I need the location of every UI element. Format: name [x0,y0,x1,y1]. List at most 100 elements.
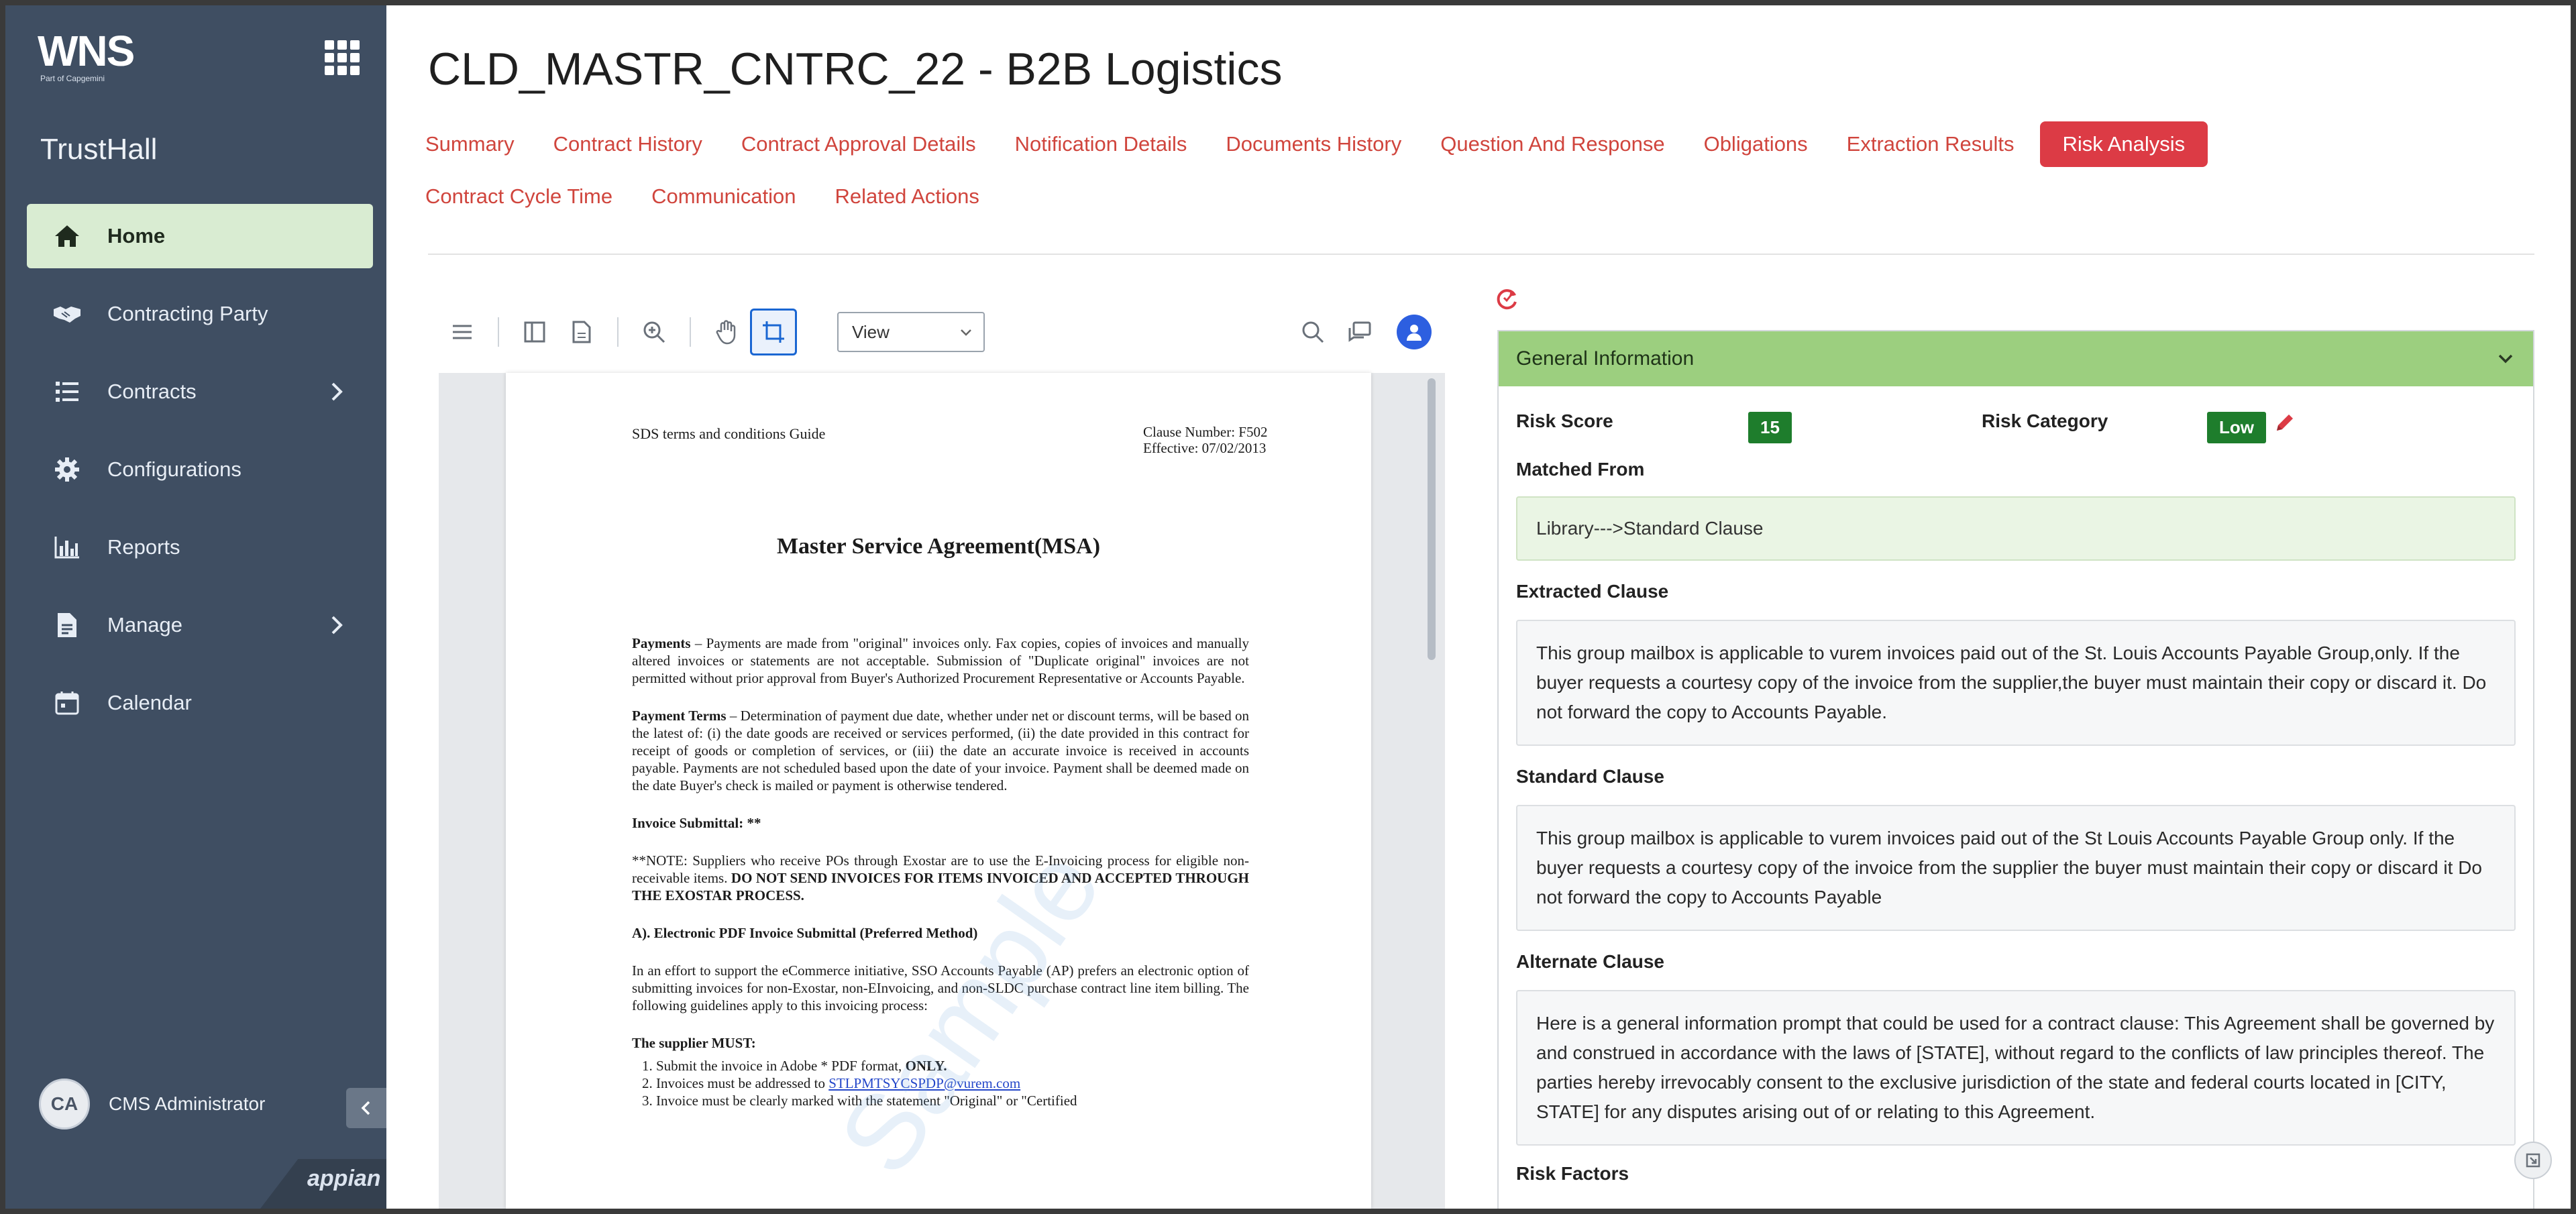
tab-contract-cycle-time[interactable]: Contract Cycle Time [425,176,612,217]
chevron-down-icon [2498,354,2513,364]
tab-related-actions[interactable]: Related Actions [835,176,979,217]
menu-icon[interactable] [439,309,486,355]
sidebar-item-contracting-party[interactable]: Contracting Party [27,282,373,346]
alternate-clause-text: Here is a general information prompt tha… [1516,990,2516,1146]
sidebar-item-contracts[interactable]: Contracts [27,360,373,424]
clause-number: Clause Number: F502 [1143,424,1268,440]
refresh-icon[interactable] [1493,286,1523,315]
divider [428,254,2534,255]
tab-risk-analysis[interactable]: Risk Analysis [2039,121,2208,167]
extracted-clause-text: This group mailbox is applicable to vure… [1516,620,2516,746]
section-title: General Information [1516,347,1695,370]
pdf-scrollbar[interactable] [1428,378,1436,660]
document-icon [51,609,83,641]
general-information-panel: General Information Risk Score 15 Risk C… [1497,330,2534,1209]
document-paragraph: Payments – Payments are made from "origi… [632,634,1249,687]
chevron-right-icon [322,610,352,640]
sidebar-item-label: Home [107,224,166,247]
chevron-right-icon [322,377,352,406]
paragraph-lead: Payments [632,635,691,651]
document-title: Master Service Agreement(MSA) [776,534,1101,559]
risk-score-badge: 15 [1748,412,1792,443]
appian-logo: appian [307,1166,381,1191]
wns-logo: WNS Part of Capgemini [38,30,145,90]
sidebar-item-label: Manage [107,613,183,637]
extracted-clause-label: Extracted Clause [1516,581,1669,602]
page-icon[interactable] [558,309,605,355]
general-information-header[interactable]: General Information [1499,331,2533,386]
user-account-icon[interactable] [1397,315,1432,349]
app-window: WNS Part of Capgemini TrustHall Home Con… [0,0,2576,1214]
risk-score-row: Risk Score 15 Risk Category Low [1516,404,2516,449]
pdf-viewer: View SDS terms and conditions Guide Clau… [439,294,1452,1209]
handshake-icon [51,298,83,330]
tab-extraction-results[interactable]: Extraction Results [1847,124,2015,164]
viewer-toolbar-right [1289,309,1432,355]
paragraph-text: The supplier MUST: [632,1035,756,1051]
pdf-canvas[interactable]: SDS terms and conditions Guide Clause Nu… [439,373,1445,1209]
standard-clause-label: Standard Clause [1516,766,1664,787]
sidebar-item-label: Reports [107,535,180,559]
bar-chart-icon [51,531,83,563]
risk-score-label: Risk Score [1516,410,1613,431]
select-area-icon[interactable] [750,309,797,355]
main-content: CLD_MASTR_CNTRC_22 - B2B Logistics Summa… [386,5,2571,1209]
tab-documents-history[interactable]: Documents History [1226,124,1401,164]
page-title: CLD_MASTR_CNTRC_22 - B2B Logistics [428,44,1283,95]
risk-factors-label: Risk Factors [1516,1163,1629,1184]
document-paragraph: Payment Terms – Determination of payment… [632,707,1249,794]
list-item-text: Invoices must be addressed to [656,1075,829,1091]
sidebar-item-configurations[interactable]: Configurations [27,437,373,502]
sidebar-item-manage[interactable]: Manage [27,593,373,657]
sidebar-item-reports[interactable]: Reports [27,515,373,580]
sidebar-item-label: Contracting Party [107,302,268,325]
sidebar-nav: Home Contracting Party Contracts Configu… [27,204,373,749]
sidebar-item-label: Configurations [107,457,241,481]
document-header-left: SDS terms and conditions Guide [632,425,826,442]
record-tabs: Summary Contract History Contract Approv… [425,118,2559,223]
view-mode-value: View [852,321,890,342]
document-paragraph: **NOTE: Suppliers who receive POs throug… [632,852,1249,904]
calendar-icon [51,687,83,719]
sidebar-item-label: Contracts [107,380,197,403]
tab-obligations[interactable]: Obligations [1704,124,1808,164]
sidebar-item-label: Calendar [107,691,192,714]
sidebar-item-calendar[interactable]: Calendar [27,671,373,735]
paragraph-text: A). Electronic PDF Invoice Submittal (Pr… [632,925,978,941]
view-mode-select[interactable]: View [837,312,985,352]
sidebar-toggle-icon[interactable] [511,309,558,355]
toolbar-divider [617,317,619,347]
app-grid-icon[interactable] [325,40,360,75]
tab-contract-history[interactable]: Contract History [553,124,702,164]
tab-notification-details[interactable]: Notification Details [1015,124,1187,164]
standard-clause-text: This group mailbox is applicable to vure… [1516,805,2516,931]
user-profile[interactable]: CA CMS Administrator [39,1079,265,1129]
general-information-body: Risk Score 15 Risk Category Low Matched … [1499,386,2533,1184]
sidebar-item-home[interactable]: Home [27,204,373,268]
alternate-clause-label: Alternate Clause [1516,951,1664,972]
search-icon[interactable] [1289,309,1336,355]
sidebar: WNS Part of Capgemini TrustHall Home Con… [5,5,386,1209]
pan-hand-icon[interactable] [703,309,750,355]
tab-question-and-response[interactable]: Question And Response [1440,124,1664,164]
pdf-page: SDS terms and conditions Guide Clause Nu… [506,373,1371,1209]
zoom-in-icon[interactable] [631,309,678,355]
chevron-left-icon [361,1101,370,1115]
tab-summary[interactable]: Summary [425,124,515,164]
document-header-right: Clause Number: F502 Effective: 07/02/201… [1143,424,1267,456]
user-name: CMS Administrator [109,1093,266,1114]
gear-icon [51,453,83,486]
chevron-down-icon [961,329,971,336]
tab-contract-approval-details[interactable]: Contract Approval Details [741,124,976,164]
expand-icon[interactable] [2514,1142,2552,1179]
edit-pencil-icon[interactable] [2273,410,2297,438]
comments-icon[interactable] [1336,309,1383,355]
risk-category-label: Risk Category [1982,410,2108,431]
matched-from-value: Library--->Standard Clause [1516,496,2516,561]
logo-tagline: Part of Capgemini [40,74,105,83]
avatar: CA [39,1079,90,1129]
document-paragraph: A). Electronic PDF Invoice Submittal (Pr… [632,924,1249,942]
collapse-sidebar-button[interactable] [346,1088,386,1128]
tab-communication[interactable]: Communication [651,176,796,217]
paragraph-text: Invoice Submittal: ** [632,815,761,831]
